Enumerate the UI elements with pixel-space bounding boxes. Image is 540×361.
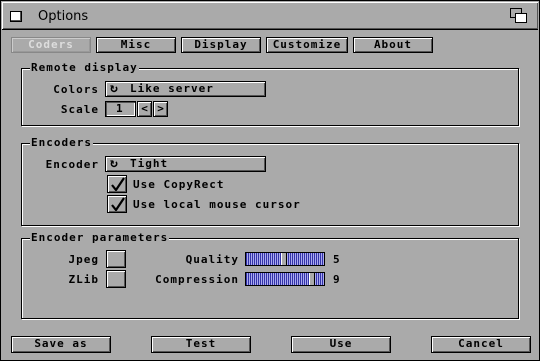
- encoders-title: Encoders: [30, 136, 93, 149]
- tab-customize[interactable]: Customize: [266, 37, 348, 53]
- save-as-button[interactable]: Save as: [11, 336, 111, 353]
- remote-display-group: Remote display: [21, 62, 519, 126]
- compression-label: Compression: [155, 273, 239, 286]
- tab-display[interactable]: Display: [181, 37, 261, 53]
- scale-label: Scale: [60, 103, 99, 116]
- cycle-icon: ↻: [110, 156, 118, 171]
- copyrect-label: Use CopyRect: [133, 178, 225, 191]
- jpeg-checkbox[interactable]: [106, 250, 126, 268]
- checkmark-icon: [111, 177, 125, 191]
- window-title: Options: [38, 9, 89, 24]
- checkmark-icon: [111, 197, 125, 211]
- cancel-button[interactable]: Cancel: [431, 336, 531, 353]
- encoder-params-title: Encoder parameters: [30, 231, 170, 244]
- colors-label: Colors: [53, 83, 99, 96]
- encoders-group: Encoders: [21, 137, 519, 226]
- compression-slider-knob[interactable]: [309, 273, 315, 285]
- colors-cycle[interactable]: ↻ Like server: [105, 81, 266, 97]
- quality-label: Quality: [185, 253, 239, 266]
- tab-about[interactable]: About: [353, 37, 433, 53]
- jpeg-label: Jpeg: [68, 253, 99, 266]
- tab-misc[interactable]: Misc: [96, 37, 176, 53]
- title-bar[interactable]: Options: [2, 2, 538, 30]
- quality-slider-knob[interactable]: [281, 253, 287, 265]
- quality-value: 5: [333, 253, 341, 266]
- copyrect-checkbox[interactable]: [107, 175, 127, 193]
- scale-field[interactable]: 1: [105, 101, 136, 117]
- scale-decrease-button[interactable]: <: [137, 101, 152, 117]
- tab-coders: Coders: [11, 37, 91, 53]
- options-window: Options Coders Misc Display Customize Ab…: [0, 0, 540, 361]
- test-button[interactable]: Test: [151, 336, 251, 353]
- close-gadget-icon[interactable]: [10, 11, 22, 22]
- zlib-checkbox[interactable]: [106, 270, 126, 288]
- depth-gadget-icon[interactable]: [510, 8, 528, 24]
- mouse-cursor-checkbox[interactable]: [107, 195, 127, 213]
- encoder-value: Tight: [130, 157, 169, 170]
- cycle-icon: ↻: [110, 81, 118, 96]
- scale-increase-button[interactable]: >: [153, 101, 168, 117]
- compression-value: 9: [333, 273, 341, 286]
- encoder-label: Encoder: [45, 158, 99, 171]
- remote-display-title: Remote display: [30, 61, 139, 74]
- compression-slider[interactable]: [245, 272, 325, 286]
- colors-value: Like server: [130, 82, 214, 95]
- quality-slider[interactable]: [245, 252, 325, 266]
- use-button[interactable]: Use: [291, 336, 391, 353]
- mouse-cursor-label: Use local mouse cursor: [133, 198, 301, 211]
- zlib-label: ZLib: [68, 273, 99, 286]
- encoder-cycle[interactable]: ↻ Tight: [105, 156, 266, 172]
